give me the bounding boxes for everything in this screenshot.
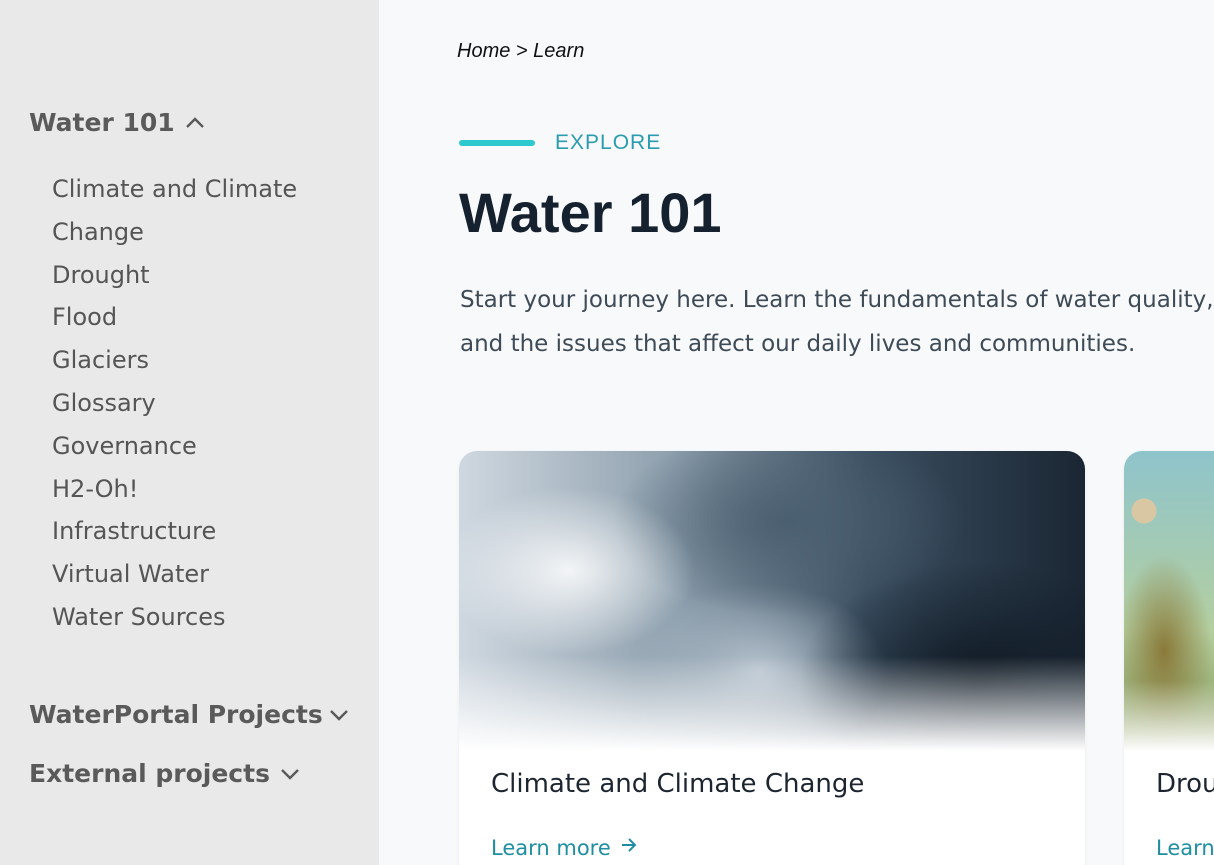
chevron-up-icon [183,111,207,135]
sidebar-item-h2-oh[interactable]: H2-Oh! [52,468,342,511]
breadcrumb-home-link[interactable]: Home [457,40,510,62]
sidebar-section-label: Water 101 [29,108,175,137]
sidebar-section-external-projects[interactable]: External projects [29,759,302,788]
eyebrow-label: EXPLORE [555,131,662,154]
sidebar-item-glaciers[interactable]: Glaciers [52,339,342,382]
breadcrumb-separator: > [515,40,528,62]
learn-more-link[interactable]: Learn more [491,835,639,860]
breadcrumb: Home > Learn [457,40,584,63]
sidebar-section-label: WaterPortal Projects [29,700,323,729]
eyebrow: EXPLORE [459,131,661,155]
sidebar-item-drought[interactable]: Drought [52,254,342,297]
accent-bar [459,140,535,146]
learn-more-link[interactable]: Learn more [1156,835,1214,860]
learn-more-label: Learn more [1156,835,1214,860]
card-title: Drought [1156,769,1214,799]
sidebar-section-waterportal-projects[interactable]: WaterPortal Projects [29,700,351,729]
sidebar-nav-list: Climate and Climate Change Drought Flood… [52,168,342,639]
sidebar-section-water-101[interactable]: Water 101 [29,108,207,137]
chevron-down-icon [278,762,302,786]
page-title: Water 101 [459,181,722,244]
main-content: Home > Learn EXPLORE Water 101 Start you… [379,0,1214,865]
card-title: Climate and Climate Change [491,769,865,799]
sidebar-item-virtual-water[interactable]: Virtual Water [52,553,342,596]
sidebar-item-glossary[interactable]: Glossary [52,382,342,425]
arrow-right-icon [619,835,639,860]
sidebar-item-water-sources[interactable]: Water Sources [52,596,342,639]
card-image-dry-plants [1124,451,1214,751]
sidebar-item-climate-and-climate-change[interactable]: Climate and Climate Change [52,168,342,254]
intro-text: Start your journey here. Learn the funda… [460,287,1214,357]
sidebar-item-governance[interactable]: Governance [52,425,342,468]
topic-card[interactable]: Climate and Climate Change Learn more [459,451,1085,865]
sidebar-item-infrastructure[interactable]: Infrastructure [52,510,342,553]
sidebar: Water 101 Climate and Climate Change Dro… [0,0,379,865]
breadcrumb-current: Learn [533,40,585,62]
learn-more-label: Learn more [491,835,611,860]
sidebar-item-flood[interactable]: Flood [52,296,342,339]
chevron-down-icon [327,703,351,727]
sidebar-section-label: External projects [29,759,270,788]
card-image-storm-clouds [459,451,1085,751]
topic-card[interactable]: Drought Learn more [1124,451,1214,865]
